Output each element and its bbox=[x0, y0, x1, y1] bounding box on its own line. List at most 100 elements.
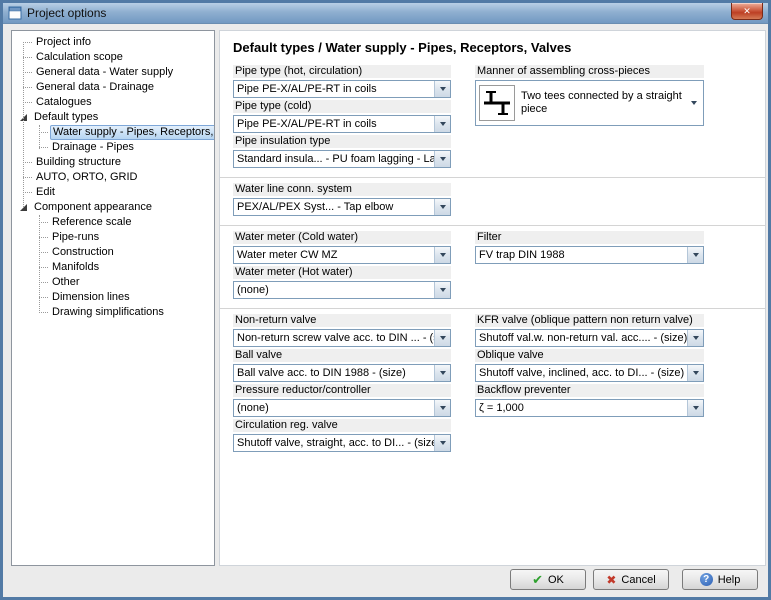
dropdown-arrow-icon[interactable] bbox=[434, 151, 450, 167]
dropdown-arrow-icon[interactable] bbox=[687, 247, 703, 263]
dropdown-arrow-icon[interactable] bbox=[434, 247, 450, 263]
combo-value: Non-return screw valve acc. to DIN ... -… bbox=[234, 332, 434, 344]
dropdown-arrow-icon[interactable] bbox=[687, 400, 703, 416]
dropdown-arrow-icon[interactable] bbox=[434, 116, 450, 132]
field-label: KFR valve (oblique pattern non return va… bbox=[475, 314, 704, 327]
combo-value: Pipe PE-X/AL/PE-RT in coils bbox=[234, 118, 434, 130]
combo-value: Shutoff val.w. non-return val. acc.... -… bbox=[476, 332, 687, 344]
settings-panel: Default types / Water supply - Pipes, Re… bbox=[219, 30, 766, 566]
tree-connector bbox=[23, 87, 32, 88]
tree-item-project-info[interactable]: Project info bbox=[12, 35, 214, 50]
tree-item-label: Pipe-runs bbox=[50, 231, 101, 244]
dropdown-arrow-icon[interactable] bbox=[687, 365, 703, 381]
pipe-type-cold-select[interactable]: Pipe PE-X/AL/PE-RT in coils bbox=[233, 115, 451, 133]
field-water-line-system: Water line conn. system PEX/AL/PEX Syst.… bbox=[233, 183, 451, 216]
combo-value: FV trap DIN 1988 bbox=[476, 249, 687, 261]
pressure-reductor-select[interactable]: (none) bbox=[233, 399, 451, 417]
field-backflow-preventer: Backflow preventer ζ = 1,000 bbox=[475, 384, 704, 417]
tree-item-label: Other bbox=[50, 276, 82, 289]
close-button[interactable]: ✕ bbox=[731, 3, 763, 20]
help-icon: ? bbox=[700, 573, 713, 586]
water-meter-hot-select[interactable]: (none) bbox=[233, 281, 451, 299]
tree-item-label: Calculation scope bbox=[34, 51, 125, 64]
help-button[interactable]: ? Help bbox=[682, 569, 758, 590]
tree-item-label: AUTO, ORTO, GRID bbox=[34, 171, 139, 184]
kfr-valve-select[interactable]: Shutoff val.w. non-return val. acc.... -… bbox=[475, 329, 704, 347]
dropdown-arrow-icon[interactable] bbox=[434, 365, 450, 381]
tree-connector bbox=[39, 282, 48, 283]
tree-item-label: Construction bbox=[50, 246, 116, 259]
dropdown-arrow-icon[interactable] bbox=[691, 101, 697, 105]
tree-item-construction[interactable]: Construction bbox=[12, 245, 214, 260]
filter-select[interactable]: FV trap DIN 1988 bbox=[475, 246, 704, 264]
tree-item-reference-scale[interactable]: Reference scale bbox=[12, 215, 214, 230]
tree-connector bbox=[23, 72, 32, 73]
tree-item-water-supply-pipes-receptors-valves[interactable]: Water supply - Pipes, Receptors, Valves bbox=[12, 125, 214, 140]
field-water-meter-hot: Water meter (Hot water) (none) bbox=[233, 266, 451, 299]
pipe-type-hot-select[interactable]: Pipe PE-X/AL/PE-RT in coils bbox=[233, 80, 451, 98]
water-line-system-select[interactable]: PEX/AL/PEX Syst... - Tap elbow bbox=[233, 198, 451, 216]
tree-connector bbox=[39, 237, 48, 238]
field-pipe-type-cold: Pipe type (cold) Pipe PE-X/AL/PE-RT in c… bbox=[233, 100, 451, 133]
oblique-valve-select[interactable]: Shutoff valve, inclined, acc. to DI... -… bbox=[475, 364, 704, 382]
tree-connector bbox=[39, 252, 48, 253]
tree-connector bbox=[39, 297, 48, 298]
tree-item-drainage-pipes[interactable]: Drainage - Pipes bbox=[12, 140, 214, 155]
tree-item-auto-orto-grid[interactable]: AUTO, ORTO, GRID bbox=[12, 170, 214, 185]
dropdown-arrow-icon[interactable] bbox=[434, 282, 450, 298]
settings-tree: Project info Calculation scope General d… bbox=[11, 30, 215, 566]
tree-item-component-appearance[interactable]: Component appearance bbox=[12, 200, 214, 215]
tree-item-building-structure[interactable]: Building structure bbox=[12, 155, 214, 170]
tree-item-label: Manifolds bbox=[50, 261, 101, 274]
ball-valve-select[interactable]: Ball valve acc. to DIN 1988 - (size) bbox=[233, 364, 451, 382]
dropdown-arrow-icon[interactable] bbox=[434, 199, 450, 215]
section-water-meters: Water meter (Cold water) Water meter CW … bbox=[220, 225, 765, 308]
tree-item-label: Building structure bbox=[34, 156, 123, 169]
combo-value: Shutoff valve, straight, acc. to DI... -… bbox=[234, 437, 434, 449]
backflow-preventer-select[interactable]: ζ = 1,000 bbox=[475, 399, 704, 417]
tree-item-other[interactable]: Other bbox=[12, 275, 214, 290]
tree-item-catalogues[interactable]: Catalogues bbox=[12, 95, 214, 110]
titlebar[interactable]: Project options ✕ bbox=[3, 3, 768, 24]
field-label: Circulation reg. valve bbox=[233, 419, 451, 432]
dropdown-arrow-icon[interactable] bbox=[434, 435, 450, 451]
field-label: Manner of assembling cross-pieces bbox=[475, 65, 704, 78]
field-water-meter-cold: Water meter (Cold water) Water meter CW … bbox=[233, 231, 451, 264]
tree-connector bbox=[39, 222, 48, 223]
field-pipe-type-hot: Pipe type (hot, circulation) Pipe PE-X/A… bbox=[233, 65, 451, 98]
field-pressure-reductor: Pressure reductor/controller (none) bbox=[233, 384, 451, 417]
tree-item-edit[interactable]: Edit bbox=[12, 185, 214, 200]
tree-item-general-data-water-supply[interactable]: General data - Water supply bbox=[12, 65, 214, 80]
field-label: Water meter (Hot water) bbox=[233, 266, 451, 279]
field-label: Non-return valve bbox=[233, 314, 451, 327]
field-label: Pipe type (hot, circulation) bbox=[233, 65, 451, 78]
tree-item-label: Drainage - Pipes bbox=[50, 141, 136, 154]
tree-guide-line bbox=[39, 215, 40, 313]
tree-item-label: Dimension lines bbox=[50, 291, 132, 304]
dropdown-arrow-icon[interactable] bbox=[434, 330, 450, 346]
tree-item-default-types[interactable]: Default types bbox=[12, 110, 214, 125]
circulation-reg-valve-select[interactable]: Shutoff valve, straight, acc. to DI... -… bbox=[233, 434, 451, 452]
dropdown-arrow-icon[interactable] bbox=[687, 330, 703, 346]
cancel-button[interactable]: ✖ Cancel bbox=[593, 569, 669, 590]
ok-button[interactable]: ✔ OK bbox=[510, 569, 586, 590]
tree-connector bbox=[39, 267, 48, 268]
check-icon: ✔ bbox=[532, 573, 543, 586]
non-return-valve-select[interactable]: Non-return screw valve acc. to DIN ... -… bbox=[233, 329, 451, 347]
combo-value: Water meter CW MZ bbox=[234, 249, 434, 261]
tree-item-dimension-lines[interactable]: Dimension lines bbox=[12, 290, 214, 305]
tree-item-drawing-simplifications[interactable]: Drawing simplifications bbox=[12, 305, 214, 320]
pipe-insulation-select[interactable]: Standard insula... - PU foam lagging - L… bbox=[233, 150, 451, 168]
tree-item-general-data-drainage[interactable]: General data - Drainage bbox=[12, 80, 214, 95]
dropdown-arrow-icon[interactable] bbox=[434, 81, 450, 97]
cross-piece-select[interactable]: Two tees connected by a straight piece bbox=[475, 80, 704, 126]
field-label: Filter bbox=[475, 231, 704, 244]
app-icon bbox=[8, 6, 22, 20]
tree-connector bbox=[23, 57, 32, 58]
field-label: Water line conn. system bbox=[233, 183, 451, 196]
tree-item-calculation-scope[interactable]: Calculation scope bbox=[12, 50, 214, 65]
dropdown-arrow-icon[interactable] bbox=[434, 400, 450, 416]
tree-item-manifolds[interactable]: Manifolds bbox=[12, 260, 214, 275]
tree-item-pipe-runs[interactable]: Pipe-runs bbox=[12, 230, 214, 245]
water-meter-cold-select[interactable]: Water meter CW MZ bbox=[233, 246, 451, 264]
